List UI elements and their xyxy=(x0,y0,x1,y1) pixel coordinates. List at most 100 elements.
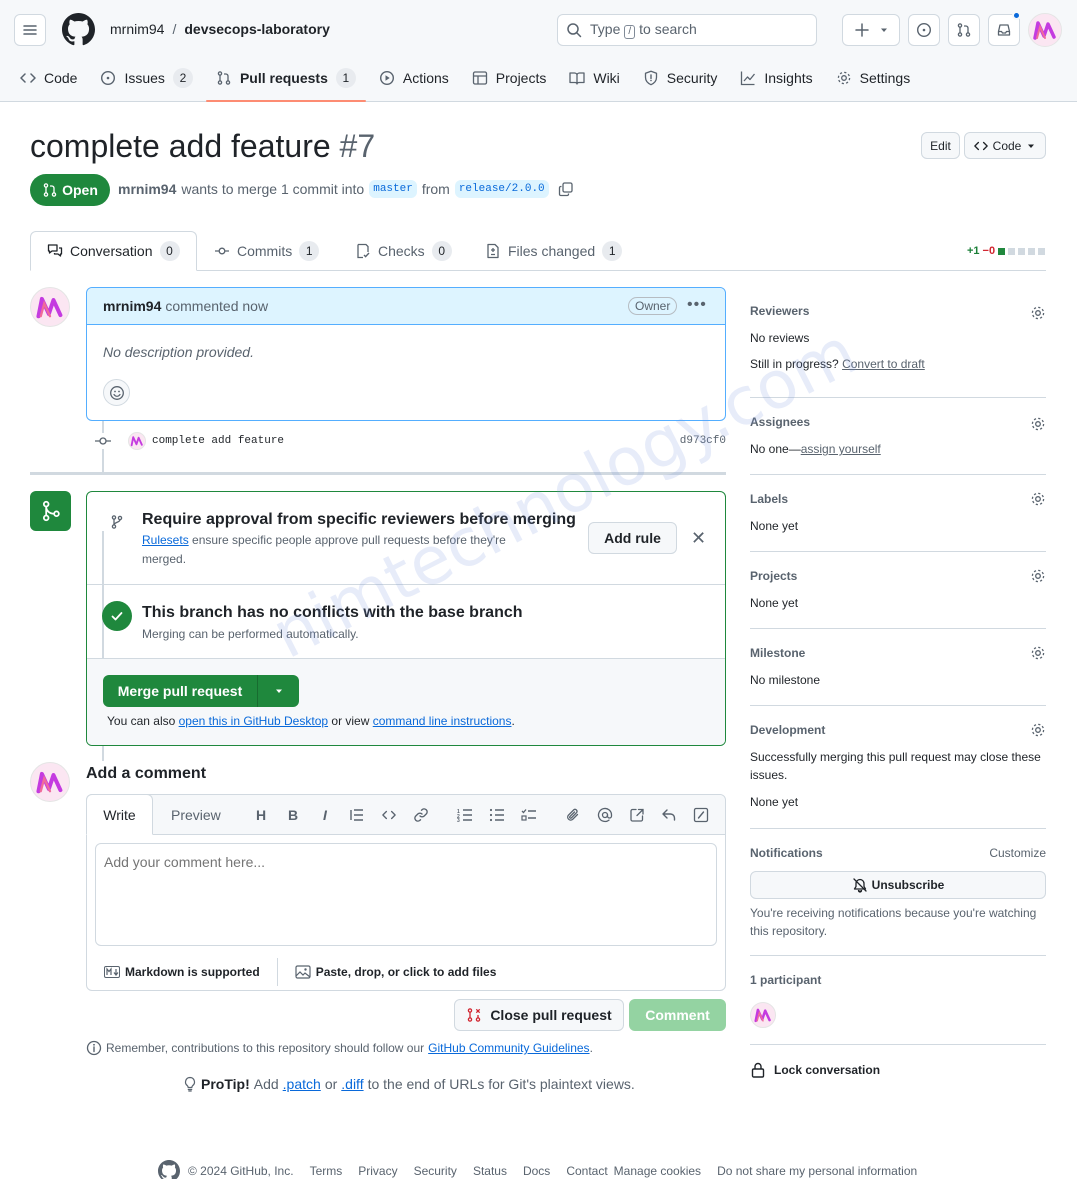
paperclip-icon[interactable] xyxy=(557,806,589,824)
projects-heading[interactable]: Projects xyxy=(750,569,1046,583)
commit-message-link[interactable]: complete add feature xyxy=(152,435,284,447)
pull-requests-button[interactable] xyxy=(948,14,980,46)
bold-icon[interactable]: B xyxy=(277,806,309,824)
convert-to-draft-link[interactable]: Convert to draft xyxy=(842,357,925,371)
heading-icon[interactable]: H xyxy=(245,806,277,824)
commit-author-avatar[interactable] xyxy=(128,432,146,450)
gear-icon[interactable] xyxy=(1030,568,1046,584)
gear-icon[interactable] xyxy=(1030,491,1046,507)
slash-command-icon[interactable] xyxy=(685,806,717,824)
nav-item-insights[interactable]: Insights xyxy=(730,62,822,94)
close-icon[interactable]: ✕ xyxy=(691,528,706,549)
ruleset-desc-text: merged. xyxy=(142,552,187,566)
participant-avatar[interactable] xyxy=(750,1002,776,1028)
merge-pull-request-button[interactable]: Merge pull request xyxy=(103,675,258,707)
footer-link-manage-cookies[interactable]: Manage cookies xyxy=(614,1164,701,1178)
merge-status-icon xyxy=(30,491,71,531)
footer-link-privacy[interactable]: Privacy xyxy=(358,1164,397,1178)
assignees-heading[interactable]: Assignees xyxy=(750,415,1046,429)
footer-link-status[interactable]: Status xyxy=(473,1164,507,1178)
nav-item-security[interactable]: Security xyxy=(633,62,728,94)
edit-title-button[interactable]: Edit xyxy=(921,132,960,159)
svg-text:3: 3 xyxy=(457,818,460,822)
development-heading[interactable]: Development xyxy=(750,723,1046,737)
nav-item-settings[interactable]: Settings xyxy=(826,62,921,94)
footer-link-contact[interactable]: Contact xyxy=(566,1164,607,1178)
code-icon[interactable] xyxy=(373,806,405,824)
link-icon[interactable] xyxy=(405,806,437,824)
comment-submit-button[interactable]: Comment xyxy=(629,999,726,1031)
code-dropdown-button[interactable]: Code xyxy=(964,132,1046,159)
github-logo-icon[interactable] xyxy=(158,1160,180,1179)
milestone-heading[interactable]: Milestone xyxy=(750,646,1046,660)
footer-link-security[interactable]: Security xyxy=(414,1164,457,1178)
patch-link[interactable]: .patch xyxy=(283,1076,321,1092)
comment-author[interactable]: mrnim94 xyxy=(103,298,161,314)
nav-item-actions[interactable]: Actions xyxy=(369,62,459,94)
nav-item-wiki[interactable]: Wiki xyxy=(559,62,629,94)
gear-icon[interactable] xyxy=(1030,416,1046,432)
merge-method-dropdown[interactable] xyxy=(258,675,299,707)
assign-yourself-link[interactable]: assign yourself xyxy=(801,442,881,456)
cross-reference-icon[interactable] xyxy=(621,806,653,824)
kebab-horizontal-icon[interactable]: ••• xyxy=(687,296,707,314)
current-user-avatar[interactable] xyxy=(30,762,70,802)
projects-value: None yet xyxy=(750,596,799,610)
unordered-list-icon[interactable] xyxy=(481,806,513,824)
nav-item-pull-requests[interactable]: Pull requests 1 xyxy=(205,62,366,102)
tab-preview[interactable]: Preview xyxy=(171,807,221,823)
tab-files-changed[interactable]: Files changed 1 xyxy=(485,231,623,271)
footer-link-terms[interactable]: Terms xyxy=(310,1164,343,1178)
breadcrumb-owner[interactable]: mrnim94 xyxy=(110,21,164,37)
nav-item-issues[interactable]: Issues 2 xyxy=(90,62,202,94)
nav-item-projects[interactable]: Projects xyxy=(462,62,557,94)
nav-item-label: Security xyxy=(666,70,718,86)
italic-icon[interactable]: I xyxy=(309,806,341,824)
tab-commits[interactable]: Commits 1 xyxy=(214,231,320,271)
nav-item-code[interactable]: Code xyxy=(20,62,87,94)
footer-link-docs[interactable]: Docs xyxy=(523,1164,550,1178)
add-rule-button[interactable]: Add rule xyxy=(588,522,677,554)
create-new-button[interactable] xyxy=(842,14,900,46)
tab-checks[interactable]: Checks 0 xyxy=(355,231,452,271)
close-pull-request-button[interactable]: Close pull request xyxy=(454,999,624,1031)
head-branch[interactable]: release/2.0.0 xyxy=(454,180,549,198)
search-input[interactable]: Type / to search xyxy=(557,14,817,46)
comment-discussion-icon xyxy=(47,244,63,257)
tab-conversation[interactable]: Conversation 0 xyxy=(30,231,197,271)
command-line-instructions-link[interactable]: command line instructions xyxy=(373,714,512,728)
community-guidelines-link[interactable]: GitHub Community Guidelines xyxy=(428,1041,589,1055)
menu-button[interactable] xyxy=(14,14,46,46)
lock-conversation-button[interactable]: Lock conversation xyxy=(751,1062,880,1078)
comment-textarea[interactable] xyxy=(95,843,717,946)
reply-icon[interactable] xyxy=(653,806,685,824)
gear-icon[interactable] xyxy=(1030,305,1046,321)
tab-write[interactable]: Write xyxy=(86,794,153,835)
task-list-icon[interactable] xyxy=(513,806,545,824)
quote-icon[interactable] xyxy=(341,806,373,824)
open-github-desktop-link[interactable]: open this in GitHub Desktop xyxy=(179,714,328,728)
labels-heading[interactable]: Labels xyxy=(750,492,1046,506)
markdown-note[interactable]: Markdown is supported xyxy=(87,965,260,979)
footer-link-do-not-share[interactable]: Do not share my personal information xyxy=(717,1164,917,1178)
customize-notifications-link[interactable]: Customize xyxy=(989,846,1046,860)
unsubscribe-button[interactable]: Unsubscribe xyxy=(750,871,1046,899)
diff-link[interactable]: .diff xyxy=(341,1076,363,1092)
reviewers-heading[interactable]: Reviewers xyxy=(750,304,1046,318)
github-logo-icon[interactable] xyxy=(62,13,95,46)
comment-author-avatar[interactable] xyxy=(30,287,70,327)
commit-sha-link[interactable]: d973cf0 xyxy=(680,435,726,447)
user-avatar[interactable] xyxy=(1028,13,1062,47)
rulesets-link[interactable]: Rulesets xyxy=(142,533,189,547)
issues-button[interactable] xyxy=(908,14,940,46)
ordered-list-icon[interactable]: 123 xyxy=(449,806,481,824)
gear-icon[interactable] xyxy=(1030,722,1046,738)
gear-icon[interactable] xyxy=(1030,645,1046,661)
add-reaction-button[interactable] xyxy=(103,379,130,406)
copy-icon[interactable] xyxy=(558,181,574,197)
pr-author-link[interactable]: mrnim94 xyxy=(118,181,176,197)
breadcrumb-repo[interactable]: devsecops-laboratory xyxy=(184,21,330,37)
mention-icon[interactable] xyxy=(589,806,621,824)
file-attach-note[interactable]: Paste, drop, or click to add files xyxy=(278,965,496,979)
base-branch[interactable]: master xyxy=(369,180,417,198)
